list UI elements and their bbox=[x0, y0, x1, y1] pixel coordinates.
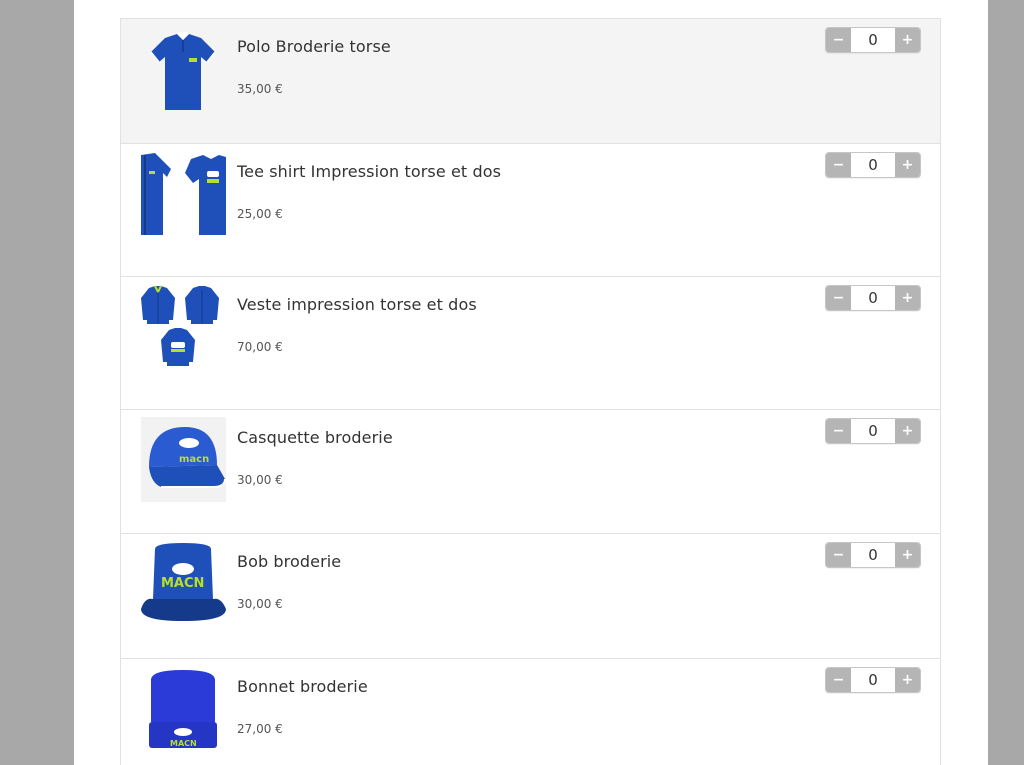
product-price: 35,00 € bbox=[237, 82, 283, 96]
product-name[interactable]: Veste impression torse et dos bbox=[237, 295, 477, 314]
bucket-hat-icon: MACN bbox=[141, 543, 226, 621]
product-name[interactable]: Tee shirt Impression torse et dos bbox=[237, 162, 501, 181]
decrement-button[interactable]: − bbox=[826, 286, 851, 310]
quantity-value[interactable]: 0 bbox=[851, 419, 895, 443]
quantity-value[interactable]: 0 bbox=[851, 286, 895, 310]
svg-text:macn: macn bbox=[179, 454, 209, 465]
decrement-button[interactable]: − bbox=[826, 543, 851, 567]
product-name[interactable]: Polo Broderie torse bbox=[237, 37, 391, 56]
product-row: MACN Bob broderie 30,00 € − 0 + bbox=[121, 534, 940, 659]
product-price: 30,00 € bbox=[237, 473, 283, 487]
product-image[interactable]: macn bbox=[141, 417, 226, 502]
polo-shirt-icon bbox=[150, 32, 216, 110]
svg-text:MACN: MACN bbox=[170, 739, 197, 748]
quantity-stepper: − 0 + bbox=[825, 285, 921, 311]
decrement-button[interactable]: − bbox=[826, 28, 851, 52]
increment-button[interactable]: + bbox=[895, 153, 920, 177]
product-price: 25,00 € bbox=[237, 207, 283, 221]
product-name[interactable]: Casquette broderie bbox=[237, 428, 393, 447]
decrement-button[interactable]: − bbox=[826, 153, 851, 177]
product-image[interactable] bbox=[141, 26, 226, 111]
svg-text:MACN: MACN bbox=[161, 576, 204, 591]
jacket-icon bbox=[141, 285, 219, 366]
quantity-value[interactable]: 0 bbox=[851, 28, 895, 52]
product-row: Tee shirt Impression torse et dos 25,00 … bbox=[121, 144, 940, 277]
product-image[interactable]: MACN bbox=[141, 541, 226, 626]
increment-button[interactable]: + bbox=[895, 419, 920, 443]
quantity-stepper: − 0 + bbox=[825, 542, 921, 568]
product-image[interactable] bbox=[141, 284, 226, 369]
increment-button[interactable]: + bbox=[895, 28, 920, 52]
product-row: macn Casquette broderie 30,00 € − 0 + bbox=[121, 410, 940, 534]
quantity-stepper: − 0 + bbox=[825, 667, 921, 693]
product-image[interactable] bbox=[141, 151, 226, 236]
beanie-icon: MACN bbox=[149, 670, 217, 748]
product-image[interactable]: MACN bbox=[141, 666, 226, 751]
increment-button[interactable]: + bbox=[895, 543, 920, 567]
quantity-value[interactable]: 0 bbox=[851, 153, 895, 177]
increment-button[interactable]: + bbox=[895, 286, 920, 310]
quantity-value[interactable]: 0 bbox=[851, 543, 895, 567]
tee-shirt-icon bbox=[141, 153, 226, 235]
product-name[interactable]: Bonnet broderie bbox=[237, 677, 368, 696]
decrement-button[interactable]: − bbox=[826, 668, 851, 692]
product-price: 70,00 € bbox=[237, 340, 283, 354]
quantity-value[interactable]: 0 bbox=[851, 668, 895, 692]
product-name[interactable]: Bob broderie bbox=[237, 552, 341, 571]
decrement-button[interactable]: − bbox=[826, 419, 851, 443]
quantity-stepper: − 0 + bbox=[825, 27, 921, 53]
page-panel: Polo Broderie torse 35,00 € − 0 + Tee sh… bbox=[74, 0, 988, 765]
increment-button[interactable]: + bbox=[895, 668, 920, 692]
quantity-stepper: − 0 + bbox=[825, 152, 921, 178]
product-price: 30,00 € bbox=[237, 597, 283, 611]
product-row: MACN Bonnet broderie 27,00 € − 0 + bbox=[121, 659, 940, 765]
product-list: Polo Broderie torse 35,00 € − 0 + Tee sh… bbox=[120, 18, 941, 765]
product-row: Polo Broderie torse 35,00 € − 0 + bbox=[121, 19, 940, 144]
cap-icon: macn bbox=[141, 417, 226, 502]
product-price: 27,00 € bbox=[237, 722, 283, 736]
quantity-stepper: − 0 + bbox=[825, 418, 921, 444]
product-row: Veste impression torse et dos 70,00 € − … bbox=[121, 277, 940, 410]
